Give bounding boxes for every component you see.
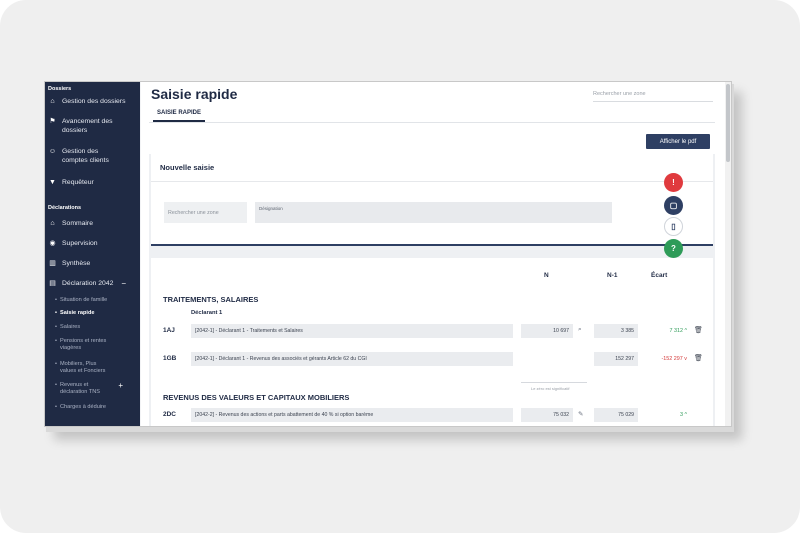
- page-title: Saisie rapide: [151, 86, 238, 102]
- sidebar-item-label: Supervision: [62, 240, 98, 247]
- alert-icon[interactable]: !: [664, 173, 683, 192]
- value-n1: 152 297: [594, 352, 638, 366]
- new-entry-card: Nouvelle saisie Rechercher une zone Dési…: [151, 154, 713, 246]
- expand-icon[interactable]: +: [118, 382, 123, 390]
- sidebar-item-label: Gestion des dossiers: [62, 98, 126, 105]
- row-description: [2042-2] - Revenus des actions et parts …: [191, 408, 513, 422]
- sidebar-subitem-revenus-tns[interactable]: • Revenus et déclaration TNS +: [55, 382, 133, 396]
- ecart-value: -152 297 v: [661, 356, 687, 362]
- note-icon[interactable]: ▢: [664, 196, 683, 215]
- sidebar-item-label: Synthèse: [62, 260, 91, 267]
- chevron-up-icon: ^: [684, 412, 687, 418]
- chevron-up-icon: ^: [684, 328, 687, 334]
- app-window: Dossiers ⌂ Gestion des dossiers ⚑ Avance…: [44, 81, 732, 427]
- filter-icon: ▼: [49, 179, 56, 186]
- help-icon[interactable]: ?: [664, 239, 683, 258]
- value-n1: 75 029: [594, 408, 638, 422]
- sidebar-subitem-pensions[interactable]: • Pensions et rentes viagères: [55, 338, 133, 352]
- column-header-ecart: Écart: [651, 272, 668, 279]
- sidebar-section-dossiers: Dossiers: [48, 86, 72, 92]
- flag-icon: ⚑: [49, 118, 56, 125]
- sidebar-item-label: Requêteur: [62, 179, 94, 186]
- sidebar-subitem-situation-famille[interactable]: • Situation de famille: [55, 297, 133, 304]
- sidebar-item-declaration-2042[interactable]: ▤ Déclaration 2042 −: [48, 279, 136, 288]
- designation-field[interactable]: Désignation: [255, 202, 612, 223]
- section-title-capitaux: REVENUS DES VALEURS ET CAPITAUX MOBILIER…: [163, 393, 350, 402]
- zero-note: Le zéro est significatif: [531, 386, 570, 391]
- sidebar-item-gestion-dossiers[interactable]: ⌂ Gestion des dossiers: [48, 97, 136, 106]
- column-header-n: N: [544, 272, 549, 279]
- file-icon[interactable]: ▯: [664, 217, 683, 236]
- show-pdf-button[interactable]: Afficher le pdf: [646, 134, 710, 149]
- sidebar-item-requeteur[interactable]: ▼ Requêteur: [48, 178, 136, 187]
- ecart-value: 3 ^: [679, 412, 687, 418]
- document-icon: ▤: [49, 280, 56, 287]
- home-icon: ⌂: [50, 98, 55, 105]
- chevron-down-icon: v: [684, 356, 687, 362]
- sidebar: Dossiers ⌂ Gestion des dossiers ⚑ Avance…: [45, 82, 140, 426]
- search-input[interactable]: Rechercher une zone: [593, 91, 713, 102]
- section-title-salaires: TRAITEMENTS, SALAIRES: [163, 295, 259, 304]
- column-header-n1: N-1: [607, 272, 618, 279]
- value-n-input[interactable]: 75 032: [521, 408, 573, 422]
- tab-divider: [149, 122, 715, 123]
- sidebar-item-comptes-clients[interactable]: ☺ Gestion des comptes clients: [48, 147, 136, 165]
- sidebar-item-sommaire[interactable]: ⌂ Sommaire: [48, 219, 136, 228]
- declarant-label: Déclarant 1: [191, 310, 223, 316]
- sidebar-subitem-charges[interactable]: • Charges à déduire: [55, 404, 133, 411]
- sidebar-subitem-salaires[interactable]: • Salaires: [55, 324, 133, 331]
- scrollbar-thumb[interactable]: [726, 84, 730, 162]
- row-code: 1AJ: [163, 327, 175, 334]
- value-n-input[interactable]: 10 697: [521, 324, 573, 338]
- users-icon: ☺: [48, 148, 57, 155]
- sidebar-item-label: Avancement des dossiers: [62, 118, 113, 134]
- divider: [151, 181, 713, 182]
- zone-search-input[interactable]: Rechercher une zone: [164, 202, 247, 223]
- entries-card: N N-1 Écart TRAITEMENTS, SALAIRES Déclar…: [151, 258, 713, 426]
- sidebar-item-avancement[interactable]: ⚑ Avancement des dossiers: [48, 117, 136, 135]
- row-description: [2042-1] - Déclarant 1 - Revenus des ass…: [191, 352, 513, 366]
- trash-icon[interactable]: 🗑: [694, 354, 703, 362]
- sidebar-subitem-saisie-rapide[interactable]: • Saisie rapide: [55, 310, 133, 317]
- sidebar-item-synthese[interactable]: ▥ Synthèse: [48, 259, 136, 268]
- value-n1: 3 385: [594, 324, 638, 338]
- row-description: [2042-1] - Déclarant 1 - Traitements et …: [191, 324, 513, 338]
- sidebar-item-supervision[interactable]: ◉ Supervision: [48, 239, 136, 248]
- collapse-icon[interactable]: −: [121, 279, 126, 288]
- sidebar-item-label: Sommaire: [62, 220, 93, 227]
- home-icon: ⌂: [50, 220, 55, 227]
- sidebar-item-label: Déclaration 2042: [62, 280, 114, 287]
- sidebar-item-label: Gestion des comptes clients: [62, 148, 109, 164]
- row-code: 1GB: [163, 355, 177, 362]
- main-content: Saisie rapide Rechercher une zone SAISIE…: [141, 82, 731, 426]
- eye-icon: ◉: [49, 240, 56, 247]
- new-entry-title: Nouvelle saisie: [160, 163, 215, 172]
- tab-saisie-rapide[interactable]: SAISIE RAPIDE: [153, 110, 205, 122]
- sidebar-subitem-mobiliers[interactable]: • Mobiliers, Plus values et Fonciers: [55, 361, 133, 375]
- chart-icon: ▥: [49, 260, 56, 267]
- trash-icon[interactable]: 🗑: [694, 326, 703, 334]
- row-code: 2DC: [163, 411, 177, 418]
- value-n-input-empty[interactable]: [521, 382, 587, 383]
- sidebar-section-declarations: Déclarations: [48, 205, 82, 211]
- edit-icon[interactable]: ✎: [578, 410, 583, 418]
- ecart-value: 7 312 ^: [669, 328, 687, 334]
- search-icon[interactable]: ⌕: [578, 326, 582, 334]
